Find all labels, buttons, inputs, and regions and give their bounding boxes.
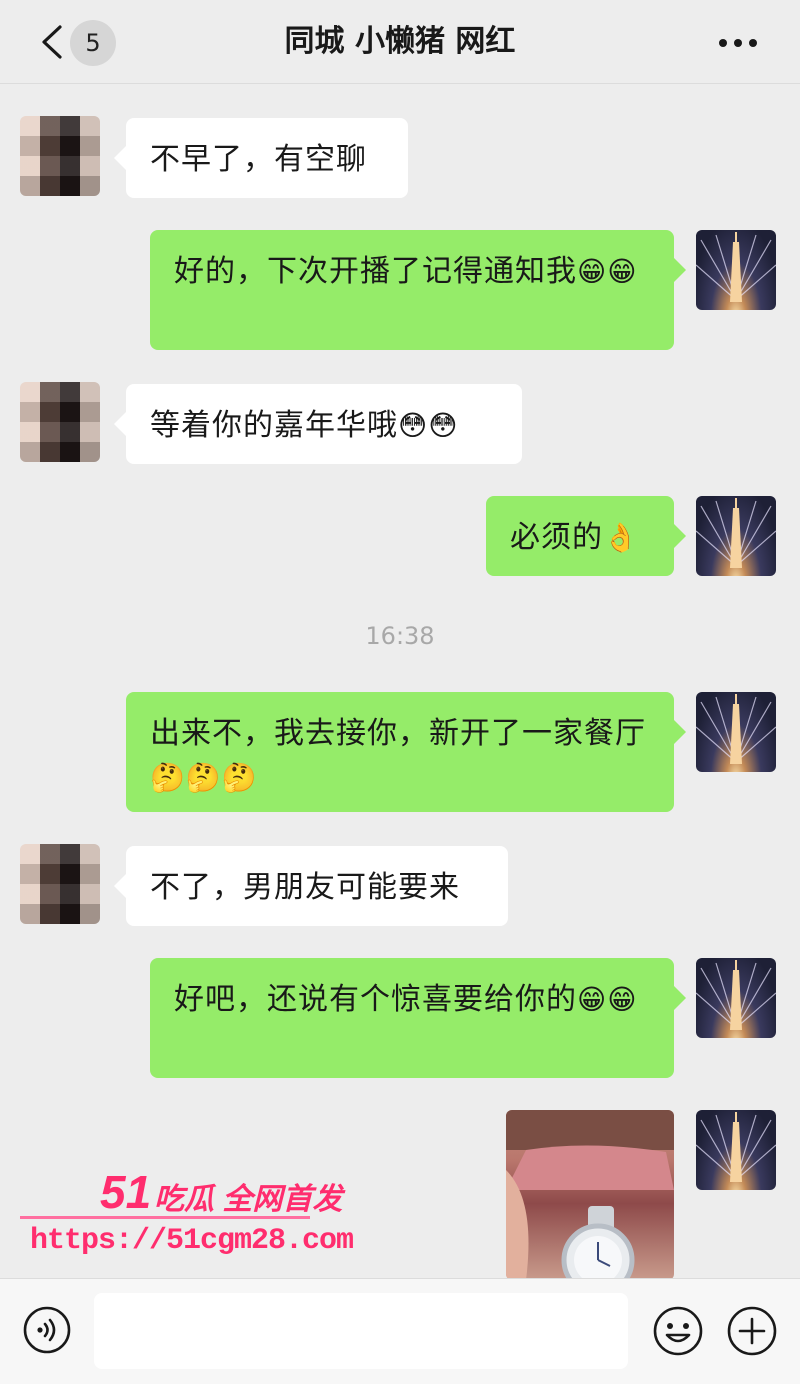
message-text: 好吧，还说有个惊喜要给你的: [174, 982, 577, 1017]
chat-header: 5 同城 小懒猪 网红: [0, 0, 800, 84]
message-bubble-outgoing[interactable]: 好吧，还说有个惊喜要给你的😁😁: [150, 958, 686, 1078]
watermark-url: https://51cgm28.com: [30, 1224, 354, 1258]
watermark-divider: [20, 1216, 310, 1219]
ok-hand-emoji: 👌: [603, 521, 639, 554]
message-text: 好的，下次开播了记得通知我: [174, 254, 577, 289]
message-timestamp: 16:38: [365, 622, 435, 650]
message-bubble-outgoing[interactable]: 出来不，我去接你，新开了一家餐厅 🤔🤔🤔: [126, 692, 686, 812]
photo-message[interactable]: [506, 1110, 674, 1280]
voice-icon[interactable]: [22, 1305, 72, 1355]
thinking-emoji: 🤔🤔🤔: [150, 761, 258, 794]
contact-avatar[interactable]: [20, 116, 100, 196]
self-avatar[interactable]: [696, 1110, 776, 1190]
message-text: 等着你的嘉年华哦: [150, 408, 398, 443]
message-bubble-incoming[interactable]: 不了，男朋友可能要来: [114, 846, 508, 926]
flushed-emoji: 😳😳: [398, 409, 459, 442]
plus-circle-icon[interactable]: [726, 1305, 778, 1357]
message-bubble-incoming[interactable]: 等着你的嘉年华哦😳😳: [114, 384, 522, 464]
unread-count-badge[interactable]: 5: [70, 20, 116, 66]
message-text: 不了，男朋友可能要来: [150, 870, 460, 905]
grin-emoji: 😁😁: [577, 983, 638, 1016]
chat-title: 同城 小懒猪 网红: [284, 24, 516, 59]
site-watermark: 51 吃瓜 全网首发 https://51cgm28.com: [20, 1168, 354, 1268]
contact-avatar[interactable]: [20, 844, 100, 924]
self-avatar[interactable]: [696, 230, 776, 310]
svg-text:51: 51: [100, 1168, 151, 1214]
message-bubble-outgoing[interactable]: 好的，下次开播了记得通知我😁😁: [150, 230, 686, 350]
watermark-title: 吃瓜 全网首发: [154, 1183, 343, 1216]
message-text: 不早了，有空聊: [150, 142, 367, 177]
message-text-input[interactable]: [94, 1293, 628, 1369]
ellipsis-icon[interactable]: [718, 38, 758, 48]
message-text: 必须的: [510, 520, 603, 555]
message-bubble-outgoing[interactable]: 必须的👌: [486, 496, 686, 576]
chevron-left-icon[interactable]: [38, 24, 68, 60]
grin-emoji: 😁😁: [577, 255, 638, 288]
smiley-icon[interactable]: [652, 1305, 704, 1357]
message-bubble-incoming[interactable]: 不早了，有空聊: [114, 118, 408, 198]
self-avatar[interactable]: [696, 692, 776, 772]
self-avatar[interactable]: [696, 496, 776, 576]
self-avatar[interactable]: [696, 958, 776, 1038]
contact-avatar[interactable]: [20, 382, 100, 462]
message-text: 出来不，我去接你，新开了一家餐厅: [150, 716, 646, 751]
message-input-bar: [0, 1278, 800, 1384]
